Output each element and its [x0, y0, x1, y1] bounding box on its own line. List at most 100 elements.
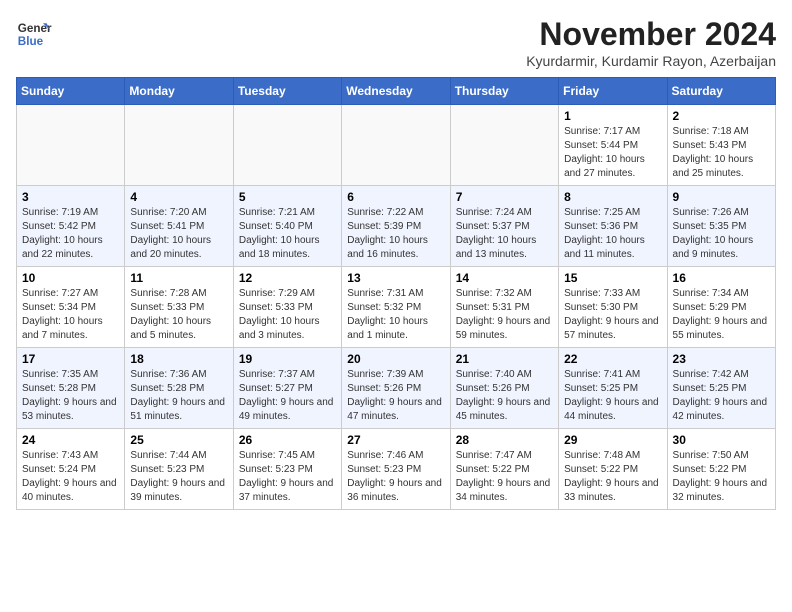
day-info: Sunrise: 7:40 AM Sunset: 5:26 PM Dayligh…	[456, 368, 553, 424]
day-info: Sunrise: 7:27 AM Sunset: 5:34 PM Dayligh…	[22, 287, 119, 343]
day-number: 16	[673, 271, 770, 285]
day-info: Sunrise: 7:32 AM Sunset: 5:31 PM Dayligh…	[456, 287, 553, 343]
calendar-cell: 13 Sunrise: 7:31 AM Sunset: 5:32 PM Dayli…	[342, 267, 450, 348]
day-number: 11	[130, 271, 227, 285]
calendar-cell: 5Sunrise: 7:21 AM Sunset: 5:40 PM Daylig…	[233, 186, 341, 267]
day-number: 22	[564, 352, 661, 366]
calendar-cell: 6 Sunrise: 7:22 AM Sunset: 5:39 PM Daylig…	[342, 186, 450, 267]
day-number: 9	[673, 190, 770, 204]
day-info: Sunrise: 7:50 AM Sunset: 5:22 PM Dayligh…	[673, 449, 770, 505]
day-number: 20	[347, 352, 444, 366]
day-info: Sunrise: 7:26 AM Sunset: 5:35 PM Dayligh…	[673, 206, 770, 262]
day-info: Sunrise: 7:45 AM Sunset: 5:23 PM Dayligh…	[239, 449, 336, 505]
calendar-cell: 18 Sunrise: 7:36 AM Sunset: 5:28 PM Dayli…	[125, 348, 233, 429]
calendar-cell: 10 Sunrise: 7:27 AM Sunset: 5:34 PM Dayli…	[17, 267, 125, 348]
calendar-cell	[233, 105, 341, 186]
calendar-cell: 9 Sunrise: 7:26 AM Sunset: 5:35 PM Daylig…	[667, 186, 775, 267]
title-area: November 2024 Kyurdarmir, Kurdamir Rayon…	[526, 16, 776, 69]
day-number: 6	[347, 190, 444, 204]
day-number: 18	[130, 352, 227, 366]
day-number: 17	[22, 352, 119, 366]
day-info: Sunrise: 7:35 AM Sunset: 5:28 PM Dayligh…	[22, 368, 119, 424]
calendar-cell: 14Sunrise: 7:32 AM Sunset: 5:31 PM Dayli…	[450, 267, 558, 348]
day-number: 15	[564, 271, 661, 285]
calendar-week-row: 1 Sunrise: 7:17 AM Sunset: 5:44 PM Daylig…	[17, 105, 776, 186]
calendar-cell: 23 Sunrise: 7:42 AM Sunset: 5:25 PM Dayli…	[667, 348, 775, 429]
calendar-table: SundayMondayTuesdayWednesdayThursdayFrid…	[16, 77, 776, 510]
page-header: General Blue November 2024 Kyurdarmir, K…	[16, 16, 776, 69]
day-info: Sunrise: 7:34 AM Sunset: 5:29 PM Dayligh…	[673, 287, 770, 343]
day-number: 2	[673, 109, 770, 123]
weekday-header-row: SundayMondayTuesdayWednesdayThursdayFrid…	[17, 78, 776, 105]
day-info: Sunrise: 7:31 AM Sunset: 5:32 PM Dayligh…	[347, 287, 444, 343]
logo-icon: General Blue	[16, 16, 52, 52]
day-info: Sunrise: 7:47 AM Sunset: 5:22 PM Dayligh…	[456, 449, 553, 505]
day-info: Sunrise: 7:33 AM Sunset: 5:30 PM Dayligh…	[564, 287, 661, 343]
day-number: 23	[673, 352, 770, 366]
weekday-header-wednesday: Wednesday	[342, 78, 450, 105]
calendar-cell: 27 Sunrise: 7:46 AM Sunset: 5:23 PM Dayli…	[342, 429, 450, 510]
calendar-week-row: 17 Sunrise: 7:35 AM Sunset: 5:28 PM Dayli…	[17, 348, 776, 429]
calendar-cell: 29Sunrise: 7:48 AM Sunset: 5:22 PM Dayli…	[559, 429, 667, 510]
calendar-cell: 26 Sunrise: 7:45 AM Sunset: 5:23 PM Dayli…	[233, 429, 341, 510]
calendar-cell: 24Sunrise: 7:43 AM Sunset: 5:24 PM Dayli…	[17, 429, 125, 510]
day-info: Sunrise: 7:29 AM Sunset: 5:33 PM Dayligh…	[239, 287, 336, 343]
day-info: Sunrise: 7:20 AM Sunset: 5:41 PM Dayligh…	[130, 206, 227, 262]
day-info: Sunrise: 7:43 AM Sunset: 5:24 PM Dayligh…	[22, 449, 119, 505]
calendar-cell: 8 Sunrise: 7:25 AM Sunset: 5:36 PM Daylig…	[559, 186, 667, 267]
day-number: 21	[456, 352, 553, 366]
calendar-cell: 15 Sunrise: 7:33 AM Sunset: 5:30 PM Dayli…	[559, 267, 667, 348]
weekday-header-monday: Monday	[125, 78, 233, 105]
day-number: 19	[239, 352, 336, 366]
calendar-cell: 28Sunrise: 7:47 AM Sunset: 5:22 PM Dayli…	[450, 429, 558, 510]
day-number: 5	[239, 190, 336, 204]
day-number: 13	[347, 271, 444, 285]
day-number: 4	[130, 190, 227, 204]
calendar-cell	[17, 105, 125, 186]
day-number: 3	[22, 190, 119, 204]
calendar-cell: 4 Sunrise: 7:20 AM Sunset: 5:41 PM Daylig…	[125, 186, 233, 267]
day-info: Sunrise: 7:37 AM Sunset: 5:27 PM Dayligh…	[239, 368, 336, 424]
location: Kyurdarmir, Kurdamir Rayon, Azerbaijan	[526, 53, 776, 69]
weekday-header-friday: Friday	[559, 78, 667, 105]
weekday-header-saturday: Saturday	[667, 78, 775, 105]
calendar-cell: 22 Sunrise: 7:41 AM Sunset: 5:25 PM Dayli…	[559, 348, 667, 429]
day-info: Sunrise: 7:36 AM Sunset: 5:28 PM Dayligh…	[130, 368, 227, 424]
weekday-header-tuesday: Tuesday	[233, 78, 341, 105]
calendar-week-row: 3 Sunrise: 7:19 AM Sunset: 5:42 PM Daylig…	[17, 186, 776, 267]
calendar-cell: 3 Sunrise: 7:19 AM Sunset: 5:42 PM Daylig…	[17, 186, 125, 267]
day-number: 10	[22, 271, 119, 285]
day-info: Sunrise: 7:42 AM Sunset: 5:25 PM Dayligh…	[673, 368, 770, 424]
day-info: Sunrise: 7:25 AM Sunset: 5:36 PM Dayligh…	[564, 206, 661, 262]
weekday-header-sunday: Sunday	[17, 78, 125, 105]
day-info: Sunrise: 7:28 AM Sunset: 5:33 PM Dayligh…	[130, 287, 227, 343]
day-info: Sunrise: 7:22 AM Sunset: 5:39 PM Dayligh…	[347, 206, 444, 262]
day-number: 1	[564, 109, 661, 123]
day-info: Sunrise: 7:17 AM Sunset: 5:44 PM Dayligh…	[564, 125, 661, 181]
day-number: 7	[456, 190, 553, 204]
logo: General Blue	[16, 16, 52, 52]
calendar-cell: 25Sunrise: 7:44 AM Sunset: 5:23 PM Dayli…	[125, 429, 233, 510]
day-info: Sunrise: 7:41 AM Sunset: 5:25 PM Dayligh…	[564, 368, 661, 424]
day-info: Sunrise: 7:19 AM Sunset: 5:42 PM Dayligh…	[22, 206, 119, 262]
day-info: Sunrise: 7:48 AM Sunset: 5:22 PM Dayligh…	[564, 449, 661, 505]
day-number: 12	[239, 271, 336, 285]
calendar-cell	[125, 105, 233, 186]
calendar-cell	[450, 105, 558, 186]
calendar-cell: 19 Sunrise: 7:37 AM Sunset: 5:27 PM Dayli…	[233, 348, 341, 429]
day-info: Sunrise: 7:46 AM Sunset: 5:23 PM Dayligh…	[347, 449, 444, 505]
calendar-cell: 16 Sunrise: 7:34 AM Sunset: 5:29 PM Dayli…	[667, 267, 775, 348]
day-number: 26	[239, 433, 336, 447]
calendar-cell: 11 Sunrise: 7:28 AM Sunset: 5:33 PM Dayli…	[125, 267, 233, 348]
day-number: 8	[564, 190, 661, 204]
calendar-cell: 12 Sunrise: 7:29 AM Sunset: 5:33 PM Dayli…	[233, 267, 341, 348]
calendar-cell: 2 Sunrise: 7:18 AM Sunset: 5:43 PM Daylig…	[667, 105, 775, 186]
calendar-cell: 30Sunrise: 7:50 AM Sunset: 5:22 PM Dayli…	[667, 429, 775, 510]
calendar-cell: 21 Sunrise: 7:40 AM Sunset: 5:26 PM Dayli…	[450, 348, 558, 429]
day-number: 27	[347, 433, 444, 447]
day-info: Sunrise: 7:18 AM Sunset: 5:43 PM Dayligh…	[673, 125, 770, 181]
day-info: Sunrise: 7:24 AM Sunset: 5:37 PM Dayligh…	[456, 206, 553, 262]
day-number: 25	[130, 433, 227, 447]
weekday-header-thursday: Thursday	[450, 78, 558, 105]
calendar-week-row: 24Sunrise: 7:43 AM Sunset: 5:24 PM Dayli…	[17, 429, 776, 510]
